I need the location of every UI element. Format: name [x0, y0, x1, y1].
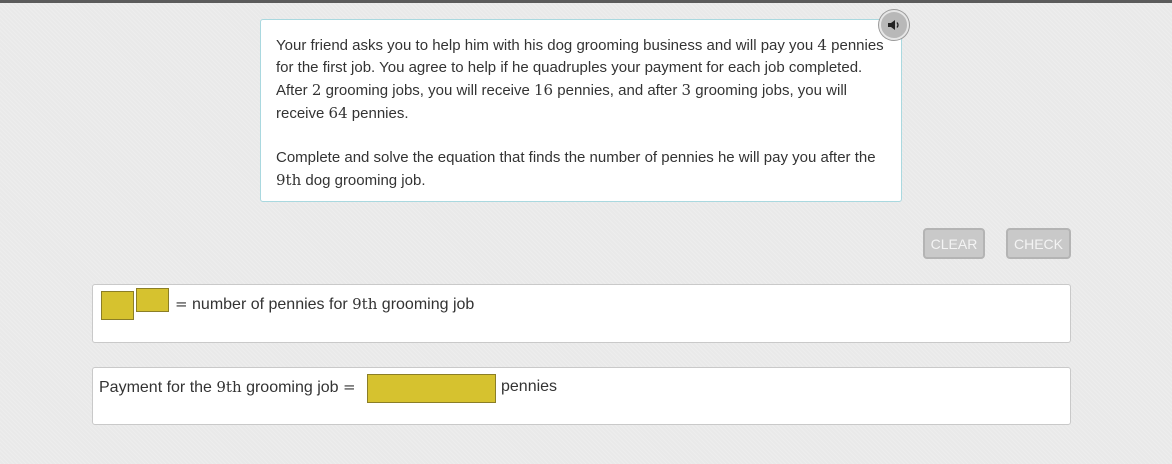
math-value: 9th	[216, 378, 242, 396]
problem-text: Your friend asks you to help him with hi…	[276, 37, 818, 54]
base-input-slot[interactable]	[101, 291, 134, 320]
problem-statement: Your friend asks you to help him with hi…	[260, 19, 902, 202]
math-value: 16	[534, 81, 554, 99]
equation-panel: = number of pennies for 9th grooming job	[92, 284, 1071, 343]
answer-text: Payment for the	[99, 379, 217, 396]
equals-sign: =	[175, 295, 188, 313]
equation-text: grooming job	[377, 296, 475, 313]
answer-text: grooming job	[241, 379, 344, 396]
equals-sign: =	[343, 378, 356, 396]
answer-panel: Payment for the 9th grooming job = penni…	[92, 367, 1071, 425]
top-bar	[0, 0, 1172, 3]
problem-text: pennies, and after	[553, 82, 682, 99]
problem-text: grooming jobs, you will receive	[321, 82, 534, 99]
equation-rhs: = number of pennies for 9th grooming job	[175, 295, 474, 314]
math-value: 9th	[352, 295, 378, 313]
answer-label: Payment for the 9th grooming job =	[99, 378, 356, 397]
math-value: 9th	[276, 171, 302, 189]
audio-button[interactable]	[879, 10, 909, 40]
math-value: 4	[817, 36, 827, 54]
answer-unit: pennies	[501, 378, 558, 395]
problem-paragraph-2: Complete and solve the equation that fin…	[276, 147, 887, 192]
math-value: 2	[311, 81, 322, 99]
problem-text: Complete and solve the equation that fin…	[276, 149, 876, 166]
check-button[interactable]: CHECK	[1006, 228, 1071, 259]
problem-text: pennies.	[347, 105, 409, 122]
answer-input-slot[interactable]	[367, 374, 496, 403]
problem-paragraph-1: Your friend asks you to help him with hi…	[276, 34, 887, 125]
speaker-icon	[888, 20, 899, 30]
math-value: 64	[328, 104, 348, 122]
clear-button[interactable]: CLEAR	[923, 228, 985, 259]
exponent-input-slot[interactable]	[136, 288, 169, 312]
math-value: 3	[681, 81, 692, 99]
problem-text: dog grooming job.	[301, 172, 426, 189]
equation-text: number of pennies for	[187, 296, 353, 313]
